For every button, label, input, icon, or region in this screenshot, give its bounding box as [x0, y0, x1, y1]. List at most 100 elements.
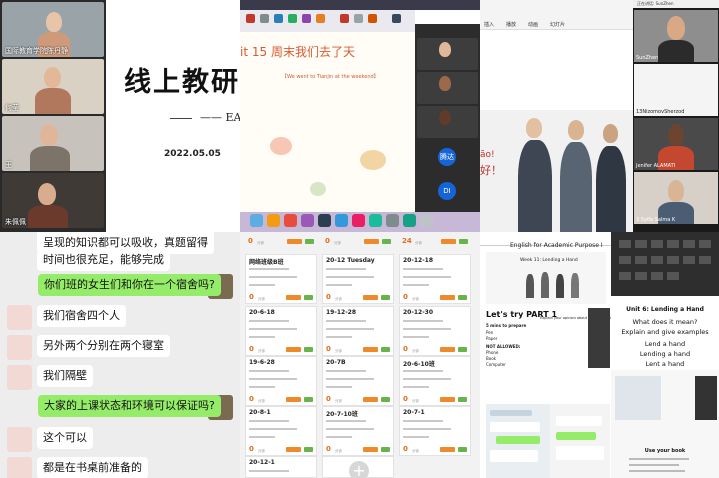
toolbar-icon[interactable] — [354, 14, 363, 23]
toolbar-icon[interactable] — [368, 14, 377, 23]
class-card[interactable]: 20-6-18 0 分钟 — [245, 306, 317, 356]
class-card[interactable]: 20-7B 0 分钟 — [322, 356, 394, 406]
video-tile[interactable] — [417, 106, 478, 138]
class-card[interactable]: 20-12-30 0 分钟 — [399, 306, 471, 356]
manage-button[interactable] — [381, 447, 390, 452]
dock-app-icon[interactable] — [250, 214, 263, 227]
dock-app-icon[interactable] — [369, 214, 382, 227]
enter-class-button[interactable] — [286, 347, 301, 352]
toolbar-button[interactable]: 插入 — [484, 21, 494, 28]
toolbar-icon[interactable] — [340, 14, 349, 23]
video-tile[interactable]: Jenifer ALAMATI — [634, 118, 718, 170]
participant-tile[interactable]: 国际教育学院陈丹静 — [2, 2, 104, 57]
enter-class-button[interactable] — [364, 239, 379, 244]
class-card[interactable]: 20-8-1 0 分钟 — [245, 406, 317, 456]
class-card[interactable]: 19-12-28 0 分钟 — [322, 306, 394, 356]
class-card[interactable]: 20-12-1 0 — [245, 456, 317, 478]
class-card[interactable]: 20-7-1 0 分钟 — [399, 406, 471, 456]
add-class-card[interactable]: + — [322, 456, 394, 478]
unit6-panel: Unit 6: Lending a Hand What does it mean… — [611, 232, 719, 478]
participant-tile[interactable]: 何莹 — [2, 59, 104, 114]
dock-app-icon[interactable] — [335, 214, 348, 227]
toolbar-icon[interactable] — [246, 14, 255, 23]
dock-app-icon[interactable] — [301, 214, 314, 227]
enter-class-button[interactable] — [440, 397, 455, 402]
decor-shape — [310, 182, 326, 196]
class-card[interactable]: 20-12 Tuesday 0 分钟 — [322, 254, 394, 304]
enter-class-button[interactable] — [363, 447, 378, 452]
minutes-unit: 分钟 — [415, 241, 422, 245]
toolbar-icon[interactable] — [316, 14, 325, 23]
enter-class-button[interactable] — [287, 239, 302, 244]
toolbar-icon[interactable] — [302, 14, 311, 23]
enter-class-button[interactable] — [363, 397, 378, 402]
dock-app-icon[interactable] — [386, 214, 399, 227]
minutes-count: 24 — [402, 237, 412, 245]
video-tile[interactable]: SunZhen — [634, 10, 718, 62]
class-card[interactable]: 19-6-28 0 分钟 — [245, 356, 317, 406]
manage-button[interactable] — [458, 397, 467, 402]
manage-button[interactable] — [304, 295, 313, 300]
participant-avatar[interactable]: DI — [438, 182, 456, 200]
class-name: 20-6-10班 — [403, 361, 435, 368]
video-tile[interactable]: 13NizomovSherzod — [634, 64, 718, 116]
enter-class-button[interactable] — [286, 447, 301, 452]
participant-tile[interactable]: 王 — [2, 116, 104, 171]
toolbar-icon[interactable] — [274, 14, 283, 23]
video-tile[interactable]: 3 Syifa Salma K — [634, 172, 718, 224]
enter-class-button[interactable] — [286, 295, 301, 300]
toolbar-button[interactable]: 幻灯片 — [550, 21, 565, 28]
manage-button[interactable] — [305, 239, 314, 244]
manage-button[interactable] — [304, 397, 313, 402]
slide-title: 线上教研 — [124, 67, 240, 98]
participant-avatar[interactable]: 腾达 — [438, 148, 456, 166]
menu-bar — [240, 0, 480, 10]
divider — [170, 118, 192, 119]
manage-button[interactable] — [458, 295, 467, 300]
toolbar-icon[interactable] — [288, 14, 297, 23]
manage-button[interactable] — [381, 295, 390, 300]
chinese-lesson-panel: it 15 周末我们去了天 【We went to Tianjin at the… — [240, 0, 480, 232]
toolbar-button[interactable]: 播放 — [506, 21, 516, 28]
video-tile[interactable] — [417, 38, 478, 70]
enter-class-button[interactable] — [363, 347, 378, 352]
minutes-unit: 分钟 — [412, 349, 419, 353]
manage-button[interactable] — [304, 347, 313, 352]
avatar — [7, 305, 32, 330]
dock-app-icon[interactable] — [352, 214, 365, 227]
class-card[interactable]: 20-12-18 0 分钟 — [399, 254, 471, 304]
manage-button[interactable] — [459, 239, 468, 244]
dock-app-icon[interactable] — [403, 214, 416, 227]
enter-class-button[interactable] — [286, 397, 301, 402]
enter-class-button[interactable] — [440, 347, 455, 352]
enter-class-button[interactable] — [440, 447, 455, 452]
dock-app-icon[interactable] — [284, 214, 297, 227]
manage-button[interactable] — [458, 347, 467, 352]
class-card[interactable]: 网络班级B班 0 分钟 — [245, 254, 317, 304]
enter-class-button[interactable] — [440, 295, 455, 300]
toolbar-icon[interactable] — [260, 14, 269, 23]
minutes-unit: 分钟 — [412, 449, 419, 453]
video-tile[interactable] — [417, 72, 478, 104]
dock-app-icon[interactable] — [318, 214, 331, 227]
trash-icon[interactable] — [420, 214, 433, 227]
dock-app-icon[interactable] — [267, 214, 280, 227]
enter-class-button[interactable] — [363, 295, 378, 300]
class-card-footer: 24 分钟 — [399, 236, 471, 248]
participant-tile[interactable]: 朱佩佩 — [2, 173, 104, 228]
class-card[interactable]: 20-6-10班 0 分钟 — [399, 356, 471, 406]
enter-class-button[interactable] — [441, 239, 456, 244]
class-card[interactable]: 20-7-10班 0 分钟 — [322, 406, 394, 456]
manage-button[interactable] — [381, 347, 390, 352]
manage-button[interactable] — [382, 239, 391, 244]
minutes-count: 0 — [403, 395, 408, 403]
slide-date: 2022.05.05 — [164, 149, 221, 159]
plus-icon[interactable]: + — [349, 461, 369, 478]
manage-button[interactable] — [304, 447, 313, 452]
toolbar-button[interactable]: 动画 — [528, 21, 538, 28]
chat-message: 时间也很充足，能够完成 — [37, 251, 170, 271]
manage-button[interactable] — [381, 397, 390, 402]
manage-button[interactable] — [458, 447, 467, 452]
minutes-count: 0 — [403, 445, 408, 453]
toolbar-icon[interactable] — [392, 14, 401, 23]
